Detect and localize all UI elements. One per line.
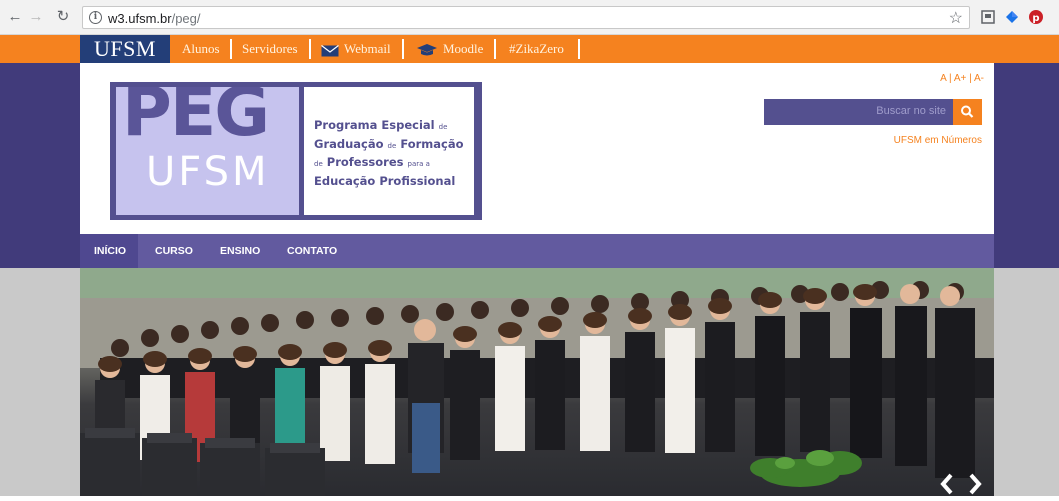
peg-logo[interactable]: PEG UFSM Programa Especial de Graduação …	[110, 82, 482, 220]
divider	[230, 39, 232, 59]
site-search[interactable]: Buscar no site	[764, 99, 982, 125]
bookmark-star-icon[interactable]: ☆	[949, 8, 963, 28]
link-alunos[interactable]: Alunos	[182, 35, 220, 63]
peg-logo-text: PEG	[122, 87, 270, 152]
font-size-controls[interactable]: A | A+ | A-	[940, 73, 984, 84]
forward-icon[interactable]: →	[27, 8, 45, 26]
program-name: Programa Especial de Graduação de Formaç…	[314, 118, 464, 188]
nav-item-ensino[interactable]: ENSINO	[220, 234, 260, 268]
mail-icon	[321, 44, 339, 62]
nav-item-inicio[interactable]: INÍCIO	[80, 234, 138, 268]
search-input[interactable]: Buscar no site	[876, 105, 946, 117]
ufsm-logo[interactable]: UFSM	[80, 35, 170, 63]
address-bar[interactable]: i w3.ufsm.br/peg/ ☆	[82, 6, 970, 29]
divider	[402, 39, 404, 59]
group-photo	[80, 268, 994, 496]
info-icon[interactable]: i	[89, 11, 102, 24]
back-icon[interactable]: ←	[6, 8, 24, 26]
url-text[interactable]: w3.ufsm.br/peg/	[108, 11, 201, 26]
divider	[494, 39, 496, 59]
link-zikazero[interactable]: #ZikaZero	[509, 35, 564, 63]
slider-next-arrow[interactable]	[962, 470, 988, 496]
ufsm-em-numeros-link[interactable]: UFSM em Números	[894, 135, 982, 146]
hero-slide-photo	[80, 268, 994, 496]
svg-text:p: p	[1032, 13, 1039, 24]
chevron-left-icon	[940, 473, 953, 495]
nav-item-contato[interactable]: CONTATO	[287, 234, 337, 268]
search-button[interactable]	[953, 99, 982, 125]
link-servidores[interactable]: Servidores	[242, 35, 298, 63]
search-icon	[961, 105, 974, 118]
link-webmail[interactable]: Webmail	[344, 35, 391, 63]
pinterest-icon[interactable]: p	[1028, 9, 1044, 25]
slider-prev-arrow[interactable]	[934, 470, 960, 496]
divider	[309, 39, 311, 59]
browser-toolbar: ← → ↻ i w3.ufsm.br/peg/ ☆ p	[0, 0, 1059, 35]
link-moodle[interactable]: Moodle	[443, 35, 483, 63]
extension-page-icon[interactable]	[980, 9, 996, 25]
peg-logo-mark: PEG UFSM	[116, 87, 299, 215]
chevron-right-icon	[969, 473, 982, 495]
main-nav: INÍCIO CURSO ENSINO CONTATO	[80, 234, 994, 268]
nav-item-curso[interactable]: CURSO	[155, 234, 193, 268]
ufsm-top-bar: UFSM Alunos Servidores Webmail Moodle #Z…	[0, 35, 1059, 63]
extension-diamond-icon[interactable]	[1004, 9, 1020, 25]
peg-logo-tagline-panel: Programa Especial de Graduação de Formaç…	[304, 87, 474, 215]
ufsm-logo-text: UFSM	[146, 149, 270, 195]
site-header: PEG UFSM Programa Especial de Graduação …	[80, 63, 994, 234]
reload-icon[interactable]: ↻	[54, 8, 72, 26]
divider	[578, 39, 580, 59]
graduation-cap-icon	[416, 43, 438, 62]
